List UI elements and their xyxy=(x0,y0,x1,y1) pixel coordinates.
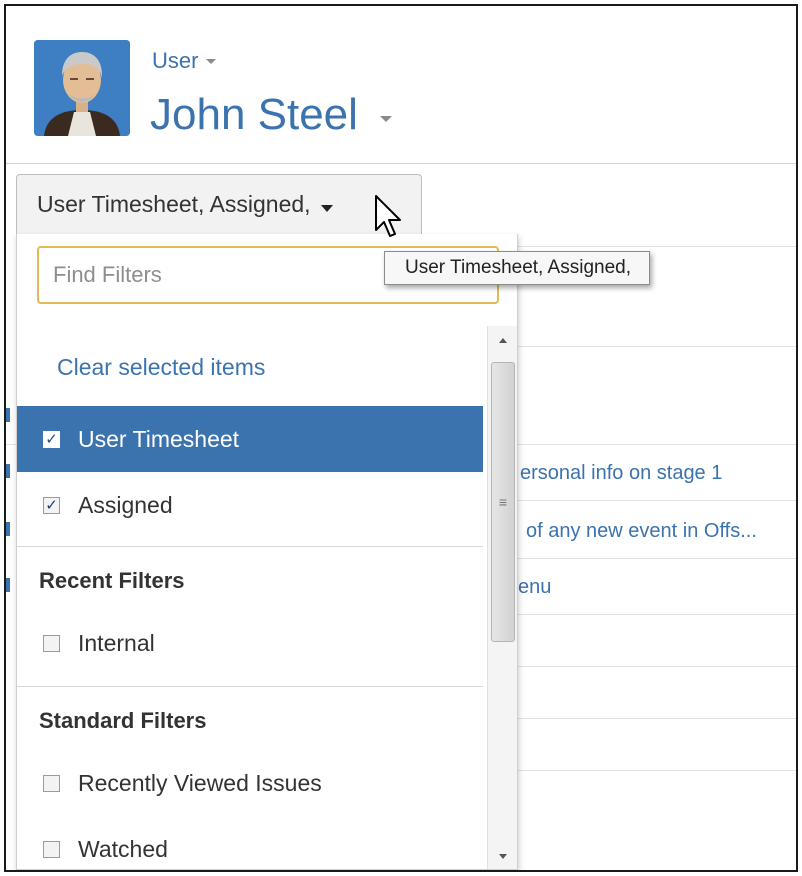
filter-option-label: Recently Viewed Issues xyxy=(78,769,322,796)
row-marker xyxy=(6,464,10,478)
recent-filters-heading: Recent Filters xyxy=(39,568,185,593)
clear-selected-link[interactable]: Clear selected items xyxy=(57,354,265,381)
row-marker xyxy=(6,522,10,536)
filter-option-watched[interactable]: Watched xyxy=(17,816,483,869)
user-name-menu[interactable]: John Steel xyxy=(150,90,392,140)
divider xyxy=(506,500,796,501)
filter-dropdown-button[interactable]: User Timesheet, Assigned, xyxy=(16,174,422,234)
filter-dropdown-panel: Clear selected items ✓ User Timesheet ✓ … xyxy=(16,234,518,870)
checkbox-unchecked[interactable] xyxy=(43,774,60,792)
divider xyxy=(506,558,796,559)
divider xyxy=(506,770,796,771)
checkbox-unchecked[interactable] xyxy=(43,634,60,652)
user-avatar xyxy=(34,40,130,136)
row-marker xyxy=(6,408,10,422)
filter-option-label: Internal xyxy=(78,629,155,656)
checkbox-checked[interactable]: ✓ xyxy=(43,496,60,514)
divider xyxy=(506,614,796,615)
chevron-down-icon[interactable] xyxy=(320,205,333,212)
section-divider xyxy=(17,546,483,547)
issue-summary-link[interactable]: enu xyxy=(518,576,551,599)
chevron-down-icon[interactable] xyxy=(379,116,392,122)
filter-tooltip: User Timesheet, Assigned, xyxy=(384,251,650,285)
divider xyxy=(506,718,796,719)
filter-option-assigned[interactable]: ✓ Assigned xyxy=(17,472,483,538)
section-divider xyxy=(17,686,483,687)
chevron-down-icon[interactable] xyxy=(206,58,217,64)
filter-option-label: Watched xyxy=(78,835,168,862)
divider xyxy=(506,666,796,667)
avatar-image xyxy=(34,40,130,136)
app-window: User John Steel ↓ ersonal info on stage … xyxy=(4,4,798,872)
header-divider xyxy=(6,163,796,164)
divider xyxy=(506,346,796,347)
checkbox-checked[interactable]: ✓ xyxy=(43,430,60,448)
standard-filters-heading: Standard Filters xyxy=(39,708,207,733)
filter-option-user-timesheet[interactable]: ✓ User Timesheet xyxy=(17,406,483,472)
scroll-down-arrow-icon[interactable] xyxy=(488,842,517,869)
filter-list-scrollbar[interactable]: ≡ xyxy=(487,326,517,869)
issue-summary-link[interactable]: of any new event in Offs... xyxy=(526,520,757,543)
filter-dropdown-label[interactable]: User Timesheet, Assigned, xyxy=(37,191,311,234)
scrollbar-thumb[interactable]: ≡ xyxy=(491,362,515,642)
divider xyxy=(506,246,796,247)
checkbox-unchecked[interactable] xyxy=(43,840,60,858)
filter-option-recently-viewed[interactable]: Recently Viewed Issues xyxy=(17,750,483,816)
user-type-label[interactable]: User xyxy=(152,48,198,74)
mouse-cursor-icon xyxy=(375,195,401,237)
row-marker xyxy=(6,578,10,592)
scroll-up-arrow-icon[interactable] xyxy=(488,326,517,354)
filter-option-label: Assigned xyxy=(78,491,173,518)
filter-option-label: User Timesheet xyxy=(78,425,240,452)
user-name-label[interactable]: John Steel xyxy=(150,90,358,140)
issue-summary-link[interactable]: ersonal info on stage 1 xyxy=(520,462,722,485)
filter-list: Clear selected items ✓ User Timesheet ✓ … xyxy=(17,326,487,869)
user-type-menu[interactable]: User xyxy=(152,48,217,74)
filter-option-internal[interactable]: Internal xyxy=(17,610,483,676)
